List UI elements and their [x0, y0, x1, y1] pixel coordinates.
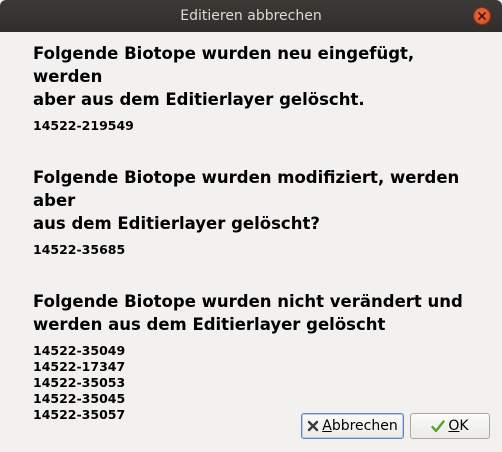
- modified-id-list: 14522-35685: [33, 242, 483, 258]
- window-title: Editieren abbrechen: [180, 8, 322, 24]
- section-heading-modified: Folgende Biotope wurden modifiziert, wer…: [33, 168, 460, 233]
- checkmark-icon: [431, 419, 446, 432]
- inserted-id-list: 14522-219549: [33, 118, 483, 134]
- biotope-id: 14522-17347: [33, 359, 126, 374]
- biotope-id: 14522-35049: [33, 343, 126, 358]
- biotope-id: 14522-35045: [33, 391, 126, 406]
- section-heading-unchanged: Folgende Biotope wurden nicht verändert …: [33, 292, 463, 334]
- biotope-id: 14522-219549: [33, 118, 134, 133]
- cancel-button[interactable]: Abbrechen: [301, 413, 404, 439]
- title-bar: Editieren abbrechen: [0, 0, 502, 32]
- close-icon: [478, 12, 486, 20]
- ok-button-label: OK: [448, 418, 469, 434]
- section-heading-inserted: Folgende Biotope wurden neu eingefügt, w…: [33, 44, 415, 109]
- dialog-content: Folgende Biotope wurden neu eingefügt, w…: [33, 42, 483, 423]
- unchanged-id-list: 14522-35049 14522-17347 14522-35053 1452…: [33, 343, 483, 423]
- biotope-id: 14522-35685: [33, 242, 126, 257]
- close-button[interactable]: [473, 7, 491, 25]
- cancel-button-label: Abbrechen: [322, 418, 398, 434]
- ok-button[interactable]: OK: [410, 413, 490, 439]
- cross-icon: [308, 420, 319, 432]
- biotope-id: 14522-35053: [33, 375, 126, 390]
